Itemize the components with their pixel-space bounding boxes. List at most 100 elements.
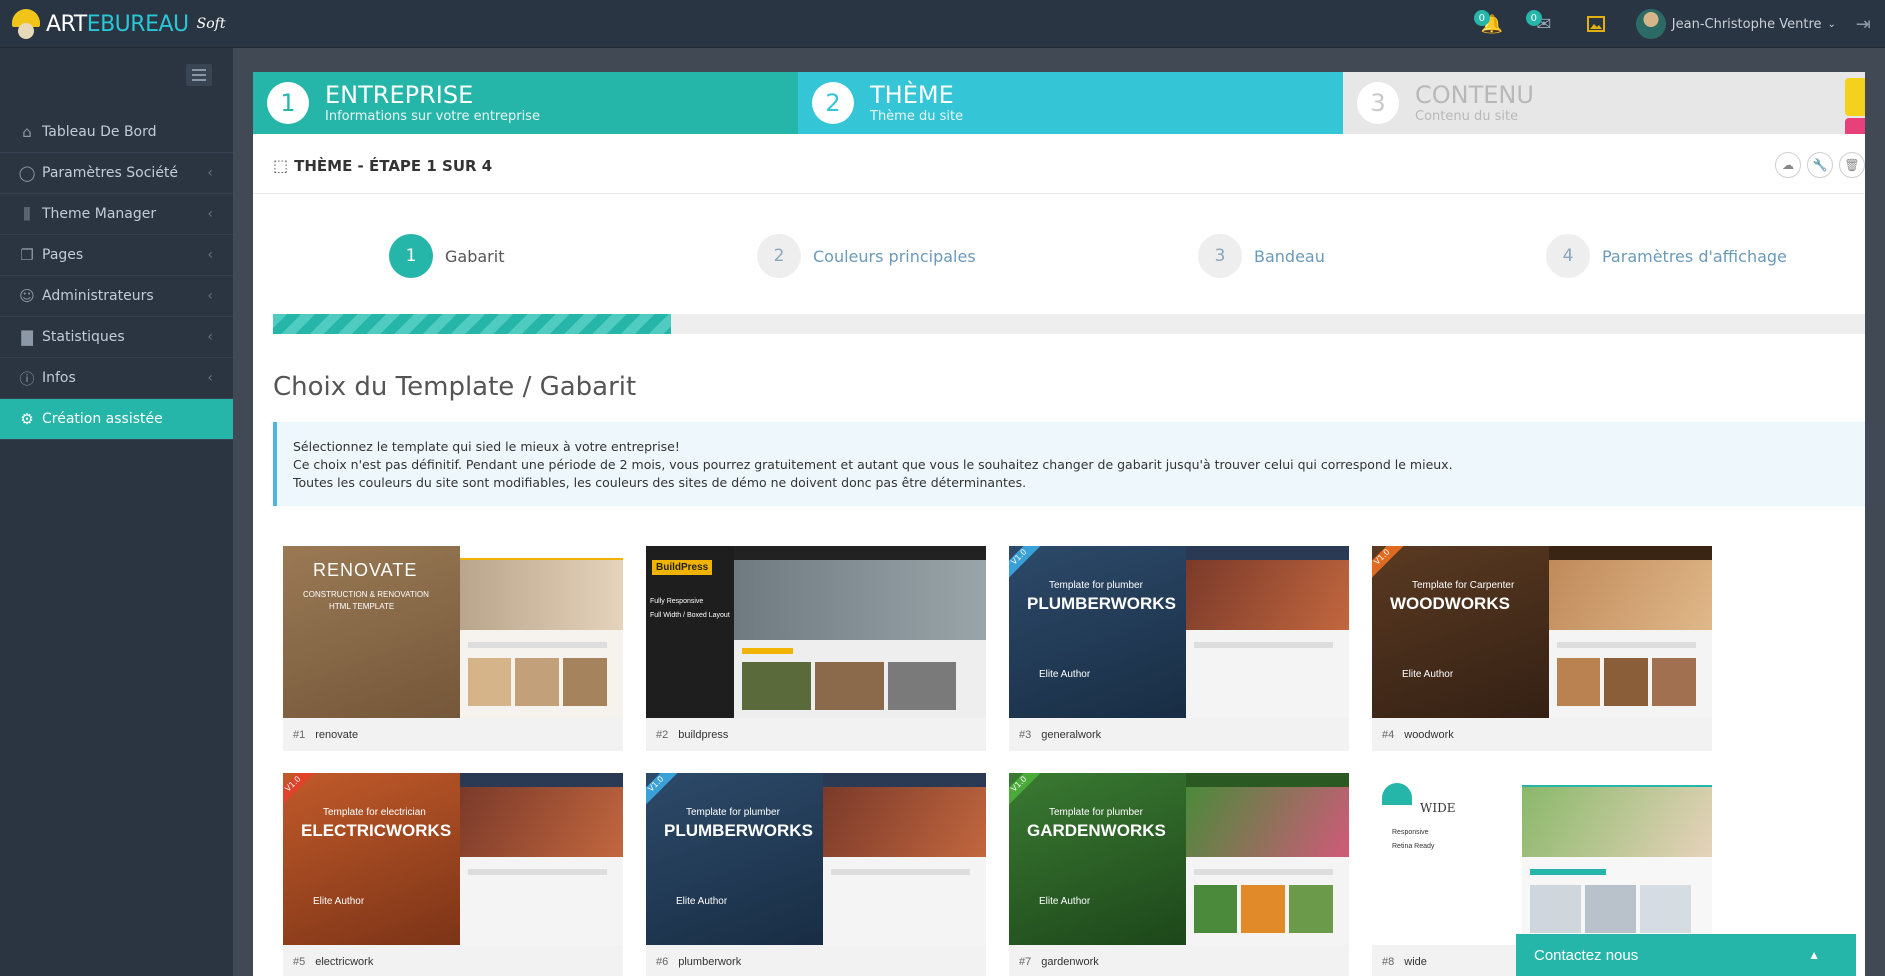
template-thumb-author: Elite Author xyxy=(313,896,365,907)
section-title: Choix du Template / Gabarit xyxy=(273,372,637,402)
template-thumb-text: Responsive xyxy=(1392,829,1429,836)
template-thumb-text: CONSTRUCTION & RENOVATION xyxy=(303,590,429,599)
wizard-step-subtitle: Thème du site xyxy=(870,108,964,124)
template-card-electricwork[interactable]: V1.0 Template for electrician ELECTRICWO… xyxy=(283,773,623,976)
sidebar-item-infos[interactable]: ⓘ Infos ‹ xyxy=(0,358,233,399)
bulb-icon: ◯ xyxy=(18,164,36,182)
template-card-plumberwork[interactable]: V1.0 Template for plumber PLUMBERWORKS E… xyxy=(646,773,986,976)
substep-bandeau[interactable]: 3 Bandeau xyxy=(1198,234,1325,278)
template-id: #7 xyxy=(1019,955,1032,968)
template-thumbnail: BuildPress Fully Responsive Full Width /… xyxy=(646,546,986,718)
substep-label: Gabarit xyxy=(445,246,505,266)
sidebar-item-parametres-societe[interactable]: ◯ Paramètres Société ‹ xyxy=(0,153,233,194)
template-thumb-title: WOODWORKS xyxy=(1390,594,1510,613)
notifications-badge: 0 xyxy=(1473,10,1490,26)
sidebar-item-pages[interactable]: ❐ Pages ‹ xyxy=(0,235,233,276)
substep-label: Paramètres d'affichage xyxy=(1602,246,1787,266)
template-name: generalwork xyxy=(1041,728,1102,741)
sidebar-toggle-button[interactable] xyxy=(186,64,212,86)
sliders-icon: ⫼ xyxy=(23,205,31,223)
user-menu[interactable]: Jean-Christophe Ventre ⌄ xyxy=(1635,0,1836,48)
template-name: wide xyxy=(1404,955,1427,968)
template-name: plumberwork xyxy=(678,955,742,968)
substep-number: 4 xyxy=(1546,234,1590,278)
info-line: Sélectionnez le template qui sied le mie… xyxy=(293,439,680,454)
template-thumb-text: HTML TEMPLATE xyxy=(329,602,395,611)
sidebar-item-creation-assistee[interactable]: ⚙ Création assistée xyxy=(0,399,233,440)
template-name: gardenwork xyxy=(1041,955,1099,968)
sidebar: ⌂ Tableau De Bord ◯ Paramètres Société ‹… xyxy=(0,48,233,976)
template-thumb-author: Elite Author xyxy=(1039,669,1091,680)
panel-title: ⬚ THÈME - ÉTAPE 1 SUR 4 xyxy=(273,156,493,175)
template-thumb-title: PLUMBERWORKS xyxy=(1027,594,1176,613)
user-icon: ☺ xyxy=(19,287,35,305)
sidebar-item-label: Infos xyxy=(42,370,76,386)
sub-steps: 1 Gabarit 2 Couleurs principales 3 Bande… xyxy=(253,234,1865,294)
template-thumb-text: Full Width / Boxed Layout xyxy=(650,612,730,619)
template-thumbnail: WIDE Responsive Retina Ready xyxy=(1372,773,1712,945)
substep-label: Bandeau xyxy=(1254,246,1325,266)
wrench-icon[interactable]: 🔧 xyxy=(1807,152,1833,178)
template-id: #3 xyxy=(1019,728,1032,741)
sidebar-item-label: Paramètres Société xyxy=(42,165,179,181)
messages-badge: 0 xyxy=(1525,10,1542,26)
panel-header: ⬚ THÈME - ÉTAPE 1 SUR 4 ☁ 🔧 🗑 xyxy=(253,134,1865,194)
help-side-tab[interactable] xyxy=(1845,78,1865,116)
brand-soft: Soft xyxy=(196,16,226,32)
sidebar-item-tableau-de-bord[interactable]: ⌂ Tableau De Bord xyxy=(0,112,233,153)
wizard-step-entreprise[interactable]: 1 ENTREPRISE Informations sur votre entr… xyxy=(253,72,798,134)
template-card-buildpress[interactable]: BuildPress Fully Responsive Full Width /… xyxy=(646,546,986,751)
layers-icon: ⬚ xyxy=(273,156,289,175)
substep-number: 3 xyxy=(1198,234,1242,278)
sidebar-item-label: Administrateurs xyxy=(42,288,154,304)
substep-couleurs[interactable]: 2 Couleurs principales xyxy=(757,234,976,278)
template-thumb-text: Template for plumber xyxy=(1049,807,1143,818)
wizard-step-subtitle: Informations sur votre entreprise xyxy=(325,108,540,124)
sidebar-menu: ⌂ Tableau De Bord ◯ Paramètres Société ‹… xyxy=(0,112,233,440)
template-thumb-title: RENOVATE xyxy=(313,560,418,580)
template-thumb-title: BuildPress xyxy=(652,560,713,575)
chevron-down-icon: ⌄ xyxy=(1827,18,1836,30)
template-name: buildpress xyxy=(678,728,729,741)
wide-logo-icon xyxy=(1382,783,1412,805)
brand-logo[interactable]: ARTEBUREAU Soft xyxy=(10,5,225,43)
contact-label: Contactez nous xyxy=(1534,946,1639,964)
template-thumbnail: V1.0 Template for plumber PLUMBERWORKS E… xyxy=(646,773,986,945)
template-id: #4 xyxy=(1382,728,1395,741)
wizard-step-theme[interactable]: 2 THÈME Thème du site xyxy=(798,72,1343,134)
logout-icon[interactable]: ⇥ xyxy=(1856,14,1871,35)
chart-icon: ▇ xyxy=(21,328,33,346)
contact-widget-button[interactable]: Contactez nous ▲ xyxy=(1516,934,1856,976)
template-card-generalwork[interactable]: V1.0 Template for plumber PLUMBERWORKS E… xyxy=(1009,546,1349,751)
sidebar-item-administrateurs[interactable]: ☺ Administrateurs ‹ xyxy=(0,276,233,317)
helmet-logo-icon xyxy=(10,9,44,39)
substep-parametres[interactable]: 4 Paramètres d'affichage xyxy=(1546,234,1787,278)
chevron-left-icon: ‹ xyxy=(207,329,213,345)
media-button[interactable] xyxy=(1576,0,1616,48)
template-thumb-text: Template for plumber xyxy=(1049,580,1143,591)
sidebar-item-theme-manager[interactable]: ⫼ Theme Manager ‹ xyxy=(0,194,233,235)
info-line: Toutes les couleurs du site sont modifia… xyxy=(293,475,1027,490)
chevron-left-icon: ‹ xyxy=(207,165,213,181)
trash-icon[interactable]: 🗑 xyxy=(1839,152,1865,178)
substep-gabarit[interactable]: 1 Gabarit xyxy=(389,234,504,278)
info-line: Ce choix n'est pas définitif. Pendant un… xyxy=(293,457,1453,472)
template-thumb-text: Template for plumber xyxy=(686,807,780,818)
template-thumbnail: V1.0 Template for plumber PLUMBERWORKS E… xyxy=(1009,546,1349,718)
template-card-gardenwork[interactable]: V1.0 Template for plumber GARDENWORKS El… xyxy=(1009,773,1349,976)
template-id: #1 xyxy=(293,728,306,741)
template-card-renovate[interactable]: RENOVATE CONSTRUCTION & RENOVATION HTML … xyxy=(283,546,623,751)
template-card-woodwork[interactable]: V1.0 Template for Carpenter WOODWORKS El… xyxy=(1372,546,1712,751)
messages-button[interactable]: 0 ✉ xyxy=(1524,0,1564,48)
wizard-steps: 1 ENTREPRISE Informations sur votre entr… xyxy=(253,72,1885,156)
notifications-button[interactable]: 0 🔔 xyxy=(1472,0,1512,48)
wizard-step-title: ENTREPRISE xyxy=(325,80,474,109)
template-thumb-text: Template for Carpenter xyxy=(1412,580,1515,591)
wizard-step-contenu[interactable]: 3 CONTENU Contenu du site xyxy=(1343,72,1865,156)
upload-cloud-icon[interactable]: ☁ xyxy=(1775,152,1801,178)
sidebar-item-statistiques[interactable]: ▇ Statistiques ‹ xyxy=(0,317,233,358)
template-thumbnail: RENOVATE CONSTRUCTION & RENOVATION HTML … xyxy=(283,546,623,718)
sidebar-item-label: Création assistée xyxy=(42,411,163,427)
template-thumbnail: V1.0 Template for electrician ELECTRICWO… xyxy=(283,773,623,945)
template-thumb-text: Template for electrician xyxy=(323,807,426,818)
